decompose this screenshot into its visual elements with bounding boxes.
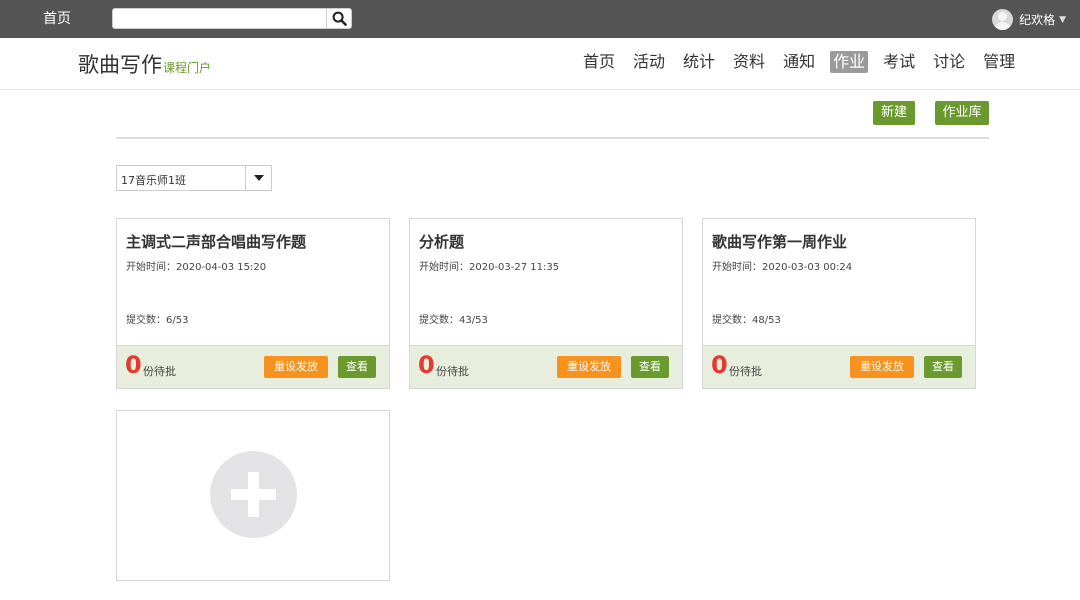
chevron-down-icon: ▼: [1059, 14, 1066, 25]
divider: [116, 137, 989, 139]
view-button[interactable]: 查看: [924, 356, 962, 378]
search-icon: [332, 11, 347, 26]
nav-stats[interactable]: 统计: [680, 51, 718, 73]
assignment-title[interactable]: 分析题: [419, 231, 464, 252]
assignment-submit-count: 提交数：43/53: [419, 315, 488, 326]
nav-exams[interactable]: 考试: [880, 51, 918, 73]
main-nav: 首页 活动 统计 资料 通知 作业 考试 讨论 管理: [580, 51, 1030, 73]
view-button[interactable]: 查看: [338, 356, 376, 378]
pending-count: 0: [418, 351, 435, 379]
nav-home[interactable]: 首页: [580, 51, 618, 73]
pending-label: 份待批: [436, 365, 469, 378]
top-home-link[interactable]: 首页: [43, 8, 71, 28]
assignment-card-footer: 0 份待批 重设发放 查看: [703, 345, 975, 388]
assignment-card-footer: 0 份待批 重设发放 查看: [117, 345, 389, 388]
assignment-start-time: 开始时间：2020-03-03 00:24: [712, 262, 853, 273]
assignment-card[interactable]: 主调式二声部合唱曲写作题 开始时间：2020-04-03 15:20 提交数：6…: [116, 218, 390, 389]
nav-activity[interactable]: 活动: [630, 51, 668, 73]
assignment-start-time: 开始时间：2020-04-03 15:20: [126, 262, 267, 273]
pending-label: 份待批: [143, 365, 176, 378]
avatar: [992, 9, 1014, 30]
user-menu[interactable]: 纪欢格 ▼: [992, 9, 1066, 30]
assignment-submit-count: 提交数：6/53: [126, 315, 189, 326]
class-select[interactable]: 17音乐师1班: [116, 165, 272, 191]
assignment-library-button[interactable]: 作业库: [935, 101, 989, 125]
nav-manage[interactable]: 管理: [980, 51, 1018, 73]
assignment-card[interactable]: 分析题 开始时间：2020-03-27 11:35 提交数：43/53 0 份待…: [409, 218, 683, 389]
assignment-card-footer: 0 份待批 重设发放 查看: [410, 345, 682, 388]
add-assignment-card[interactable]: [116, 410, 390, 581]
dropdown-arrow-icon[interactable]: [245, 166, 271, 190]
nav-homework[interactable]: 作业: [830, 51, 869, 73]
nav-discussion[interactable]: 讨论: [930, 51, 968, 73]
class-select-value: 17音乐师1班: [121, 174, 186, 187]
top-bar: 首页 纪欢格 ▼: [0, 0, 1080, 38]
assignment-submit-count: 提交数：48/53: [712, 315, 781, 326]
nav-materials[interactable]: 资料: [730, 51, 768, 73]
view-button[interactable]: 查看: [631, 356, 669, 378]
pending-count: 0: [711, 351, 728, 379]
reset-publish-button[interactable]: 重设发放: [850, 356, 914, 378]
plus-icon[interactable]: [210, 451, 297, 538]
course-portal-label: 课程门户: [163, 61, 212, 75]
search-input[interactable]: [112, 8, 352, 29]
pending-count: 0: [125, 351, 142, 379]
assignment-title[interactable]: 歌曲写作第一周作业: [712, 231, 847, 252]
reset-publish-button[interactable]: 重设发放: [264, 356, 328, 378]
course-title: 歌曲写作课程门户: [78, 49, 211, 79]
pending-label: 份待批: [729, 365, 762, 378]
assignment-card[interactable]: 歌曲写作第一周作业 开始时间：2020-03-03 00:24 提交数：48/5…: [702, 218, 976, 389]
new-assignment-button[interactable]: 新建: [873, 101, 915, 125]
assignment-start-time: 开始时间：2020-03-27 11:35: [419, 262, 560, 273]
course-header: 歌曲写作课程门户 首页 活动 统计 资料 通知 作业 考试 讨论 管理: [0, 38, 1080, 90]
search-button[interactable]: [326, 8, 352, 29]
course-name: 歌曲写作: [78, 53, 162, 77]
user-name: 纪欢格: [1019, 13, 1056, 27]
nav-notices[interactable]: 通知: [780, 51, 818, 73]
assignment-title[interactable]: 主调式二声部合唱曲写作题: [126, 231, 306, 252]
reset-publish-button[interactable]: 重设发放: [557, 356, 621, 378]
